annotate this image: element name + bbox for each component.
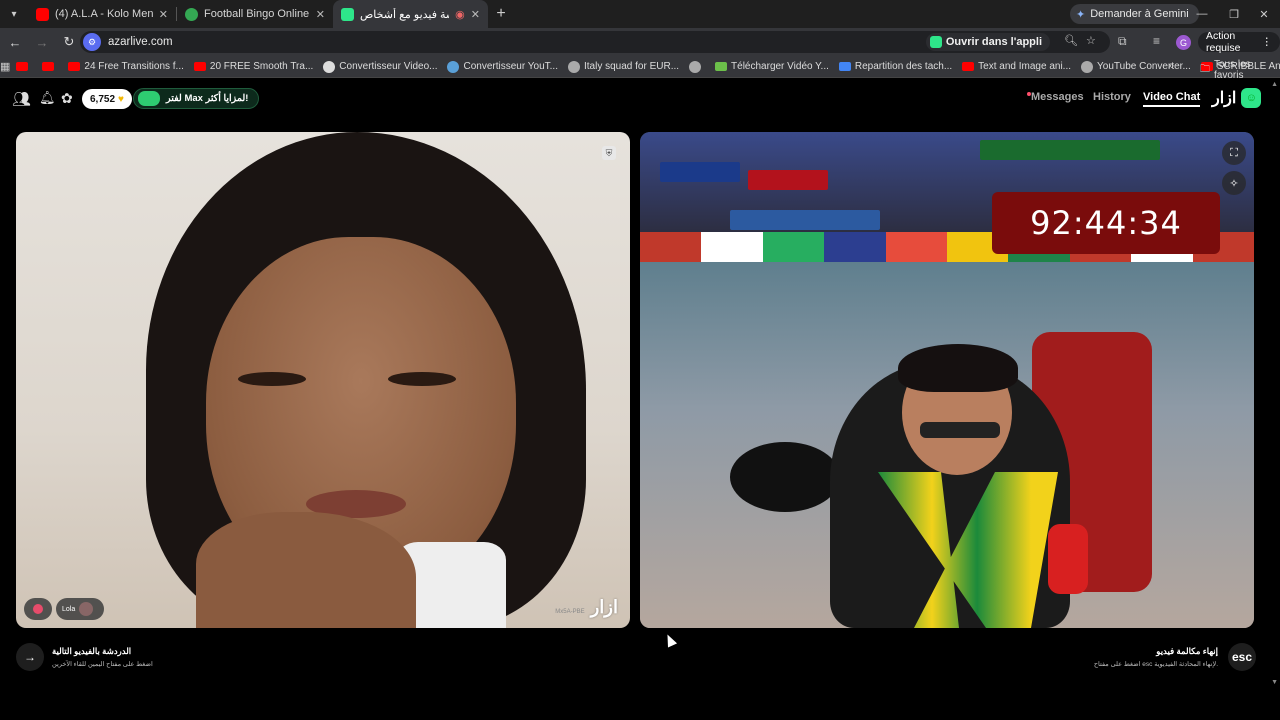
tab-kolo-meni[interactable]: (4) A.L.A - Kolo Meni (Official M ✕ xyxy=(28,0,176,28)
gemini-icon: ✦ xyxy=(1076,8,1086,21)
bookmark-item[interactable]: 20 FREE Smooth Tra... xyxy=(193,61,313,72)
open-in-app-button[interactable]: Ouvrir dans l'appli xyxy=(925,33,1050,51)
youtube-icon xyxy=(962,62,975,71)
docs-icon xyxy=(838,62,851,71)
media-control-icon[interactable]: ≡ xyxy=(1153,34,1160,48)
self-video: 92:44:34 ⛶ ✧ xyxy=(640,132,1254,628)
azar-page: 👥︎ 🔔︎ ✿ 6,752 ♥ لفتر Max لمزايا أكثر! Me… xyxy=(0,79,1280,720)
esc-button[interactable]: esc xyxy=(1228,643,1256,671)
report-shield-icon[interactable]: ⛨ xyxy=(602,146,616,160)
bookmark-item[interactable]: Repartition des tach... xyxy=(838,61,952,72)
gem-icon: ♥ xyxy=(118,93,124,105)
scroll-down-icon[interactable]: ▼ xyxy=(1271,679,1278,686)
download-icon xyxy=(715,62,728,71)
youtube-icon xyxy=(16,62,29,71)
partner-profile-pill[interactable]: Lola xyxy=(56,598,104,620)
close-icon[interactable]: ✕ xyxy=(316,8,325,21)
nav-messages[interactable]: Messages xyxy=(1031,91,1084,103)
clover-icon xyxy=(138,91,160,106)
tab-azar-video-chat[interactable]: أزارددرشة فيديو مع أشخاص · ◉ ✕ xyxy=(333,0,488,28)
friends-icon[interactable]: 👥︎ xyxy=(12,90,31,108)
reload-icon[interactable]: ↻ xyxy=(57,30,81,54)
recording-icon: ◉ xyxy=(455,8,465,21)
bookmarks-bar: ▦ 24 Free Transitions f... 20 FREE Smoot… xyxy=(0,56,1280,81)
more-vert-icon: ⋮ xyxy=(1261,36,1273,48)
restore-icon[interactable]: ❐ xyxy=(1218,0,1250,28)
bookmark-item[interactable]: Convertisseur YouT... xyxy=(447,60,558,73)
gift-button[interactable] xyxy=(24,598,52,620)
apps-grid-icon[interactable]: ▦ xyxy=(0,60,10,73)
nav-video-chat[interactable]: Video Chat xyxy=(1143,91,1201,107)
back-icon[interactable]: ← xyxy=(3,30,27,54)
url-text: azarlive.com xyxy=(108,36,173,48)
bookmark-item[interactable] xyxy=(42,62,58,71)
nav-history[interactable]: History xyxy=(1093,91,1131,103)
bookmark-item[interactable]: 24 Free Transitions f... xyxy=(68,61,184,72)
azar-watermark: Mx5A-PBE ازار xyxy=(555,597,618,617)
globe-icon xyxy=(567,60,580,73)
youtube-icon xyxy=(193,62,206,71)
youtube-icon xyxy=(36,7,49,21)
football-icon xyxy=(185,7,198,21)
coin-balance[interactable]: 6,752 ♥ xyxy=(82,89,132,109)
bell-icon[interactable]: 🔔︎ xyxy=(39,90,56,106)
address-bar[interactable]: ⚙ azarlive.com Ouvrir dans l'appli 🔍︎ ☆ xyxy=(80,31,1110,53)
more-bookmarks-icon[interactable]: » xyxy=(1168,60,1174,72)
bookmark-item[interactable]: YouTube Converter... xyxy=(1081,60,1191,73)
globe-icon xyxy=(1081,60,1094,73)
close-icon[interactable]: ✕ xyxy=(471,8,480,21)
site-info-icon[interactable]: ⚙ xyxy=(83,33,101,51)
bookmark-item[interactable]: Italy squad for EUR... xyxy=(567,60,679,73)
converter-icon xyxy=(447,60,460,73)
close-icon[interactable]: ✕ xyxy=(159,8,168,21)
next-video-chat[interactable]: → الدردشة بالفيديو التالية اضغط على مفتا… xyxy=(16,637,153,677)
all-bookmarks-button[interactable]: 🗀 Tous les favoris xyxy=(1200,59,1280,81)
azar-app-icon xyxy=(929,36,942,48)
profile-avatar[interactable]: G xyxy=(1176,35,1191,50)
zoom-icon[interactable]: 🔍︎ xyxy=(1064,34,1078,47)
app-header: 👥︎ 🔔︎ ✿ 6,752 ♥ لفتر Max لمزايا أكثر! Me… xyxy=(0,79,1280,119)
youtube-icon xyxy=(42,62,55,71)
globe-icon xyxy=(689,60,702,73)
minimize-icon[interactable]: — xyxy=(1186,0,1218,28)
ask-gemini-button[interactable]: ✦ Demander à Gemini xyxy=(1070,4,1199,24)
bookmark-item[interactable]: Télécharger Vidéo Y... xyxy=(715,61,829,72)
arrow-right-icon[interactable]: → xyxy=(16,643,44,671)
bookmark-star-icon[interactable]: ☆ xyxy=(1086,34,1096,47)
tab-search-icon[interactable]: ▾ xyxy=(0,0,28,28)
google-icon xyxy=(323,60,336,73)
azar-logo[interactable]: ازار ☺ xyxy=(1212,88,1262,108)
partner-avatar xyxy=(79,602,94,616)
bookmark-item[interactable]: Text and Image ani... xyxy=(962,61,1071,72)
expand-icon[interactable]: ⛶ xyxy=(1222,141,1246,165)
bookmark-item[interactable] xyxy=(16,62,32,71)
bookmark-item[interactable]: Convertisseur Video... xyxy=(323,60,437,73)
azar-icon xyxy=(341,7,354,21)
gift-icon xyxy=(33,604,43,614)
azar-logo-icon: ☺ xyxy=(1241,88,1262,108)
max-promo-button[interactable]: لفتر Max لمزايا أكثر! xyxy=(133,88,260,109)
browser-toolbar: ← → ↻ ⚙ azarlive.com Ouvrir dans l'appli… xyxy=(0,28,1280,56)
window-close-icon[interactable]: ✕ xyxy=(1248,0,1280,28)
stream-timer: 92:44:34 xyxy=(992,192,1220,254)
end-video-call[interactable]: إنهاء مكالمة فيديو اضغط على مفتاح esc لإ… xyxy=(1094,637,1256,677)
action-required-button[interactable]: Action requise ⋮ xyxy=(1198,30,1280,54)
scroll-up-icon[interactable]: ▲ xyxy=(1271,81,1278,88)
settings-icon[interactable]: ✿ xyxy=(61,90,73,107)
forward-icon[interactable]: → xyxy=(30,30,54,54)
mouse-cursor xyxy=(662,632,678,648)
magic-wand-icon[interactable]: ✧ xyxy=(1222,171,1246,195)
youtube-icon xyxy=(68,62,81,71)
extensions-icon[interactable]: ⧉ xyxy=(1118,34,1127,49)
folder-icon: 🗀 xyxy=(1200,63,1210,75)
tab-football-bingo[interactable]: Football Bingo Online - Play No ✕ xyxy=(177,0,333,28)
partner-video: ⛨ Lola Mx5A-PBE ازار xyxy=(16,132,630,628)
tab-bar: ▾ (4) A.L.A - Kolo Meni (Official M ✕ Fo… xyxy=(0,0,1280,28)
new-tab-button[interactable]: + xyxy=(488,5,514,23)
bookmark-item[interactable] xyxy=(689,60,705,73)
